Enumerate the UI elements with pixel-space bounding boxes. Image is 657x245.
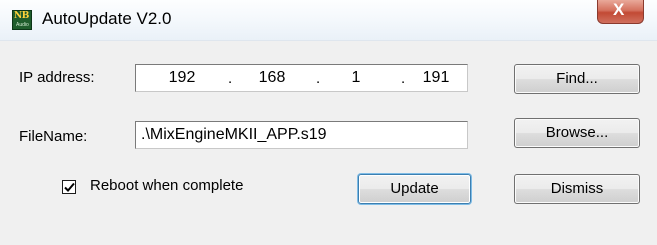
browse-button[interactable]: Browse... bbox=[514, 118, 640, 148]
update-button[interactable]: Update bbox=[358, 174, 471, 204]
ip-octet-1[interactable]: 192 bbox=[152, 69, 212, 87]
ip-octet-2[interactable]: 168 bbox=[242, 69, 302, 87]
ip-separator-1: . bbox=[228, 70, 233, 87]
ip-separator-3: . bbox=[401, 70, 406, 87]
reboot-checkbox-label[interactable]: Reboot when complete bbox=[90, 177, 243, 194]
ip-octet-4[interactable]: 191 bbox=[406, 69, 466, 87]
reboot-checkbox[interactable] bbox=[62, 180, 76, 194]
app-icon-text: NB bbox=[14, 11, 29, 21]
filename-field[interactable]: .\MixEngineMKII_APP.s19 bbox=[135, 121, 468, 149]
dismiss-button[interactable]: Dismiss bbox=[514, 174, 640, 204]
filename-label: FileName: bbox=[19, 128, 88, 145]
ip-address-label: IP address: bbox=[19, 69, 95, 86]
close-icon: X bbox=[613, 0, 625, 19]
ip-address-field[interactable]: 192 . 168 . 1 . 191 bbox=[135, 64, 468, 92]
ip-separator-2: . bbox=[316, 70, 321, 87]
autoupdate-window: NB Audio AutoUpdate V2.0 X IP address: 1… bbox=[0, 0, 657, 245]
title-bar[interactable]: NB Audio AutoUpdate V2.0 X bbox=[0, 0, 657, 41]
checkmark-icon bbox=[64, 182, 75, 192]
find-button[interactable]: Find... bbox=[514, 64, 640, 94]
close-button[interactable]: X bbox=[597, 0, 644, 24]
ip-octet-3[interactable]: 1 bbox=[326, 69, 386, 87]
app-icon: NB Audio bbox=[12, 10, 32, 30]
window-title: AutoUpdate V2.0 bbox=[42, 9, 172, 28]
app-icon-subtext: Audio bbox=[16, 22, 29, 28]
